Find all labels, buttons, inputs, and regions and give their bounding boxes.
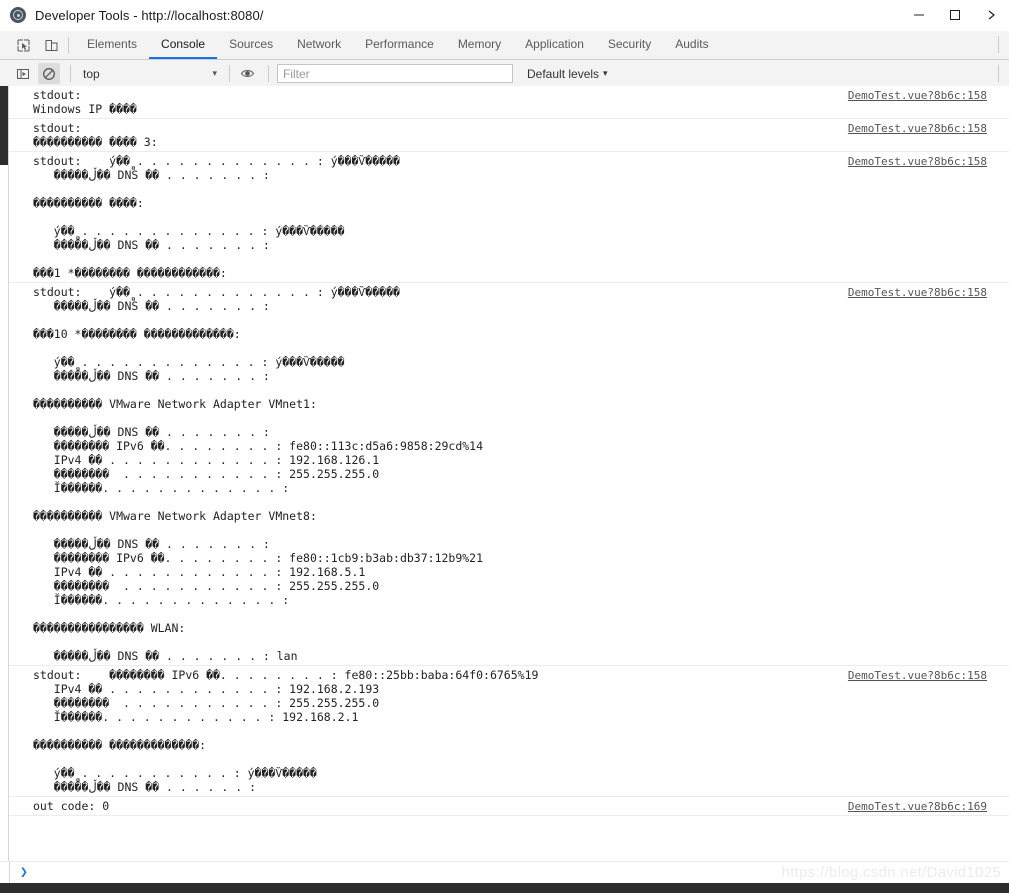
tab-security[interactable]: Security	[596, 31, 663, 59]
tab-label: Security	[608, 37, 651, 51]
console-prompt-caret-icon: ❯	[10, 865, 28, 880]
tab-label: Console	[161, 37, 205, 51]
console-sidebar-toggle-icon[interactable]	[12, 63, 34, 84]
console-toolbar-divider-1	[70, 65, 71, 82]
tab-elements[interactable]: Elements	[75, 31, 149, 59]
tab-performance[interactable]: Performance	[353, 31, 446, 59]
console-message[interactable]: stdout: Windows IP ���� DemoTest.vue?8b6…	[9, 86, 1009, 119]
panel-tabs: Elements Console Sources Network Perform…	[75, 31, 721, 59]
log-levels-label: Default levels	[527, 67, 599, 81]
tab-network[interactable]: Network	[285, 31, 353, 59]
tab-label: Performance	[365, 37, 434, 51]
console-message[interactable]: stdout: �������� IPv6 ��. . . . . . . . …	[9, 666, 1009, 797]
console-message[interactable]: stdout: ý��̻ . . . . . . . . . . . . . :…	[9, 283, 1009, 666]
console-message-text: stdout: ý��̻ . . . . . . . . . . . . . :…	[9, 285, 1009, 663]
window-bottom-bar	[0, 883, 1009, 893]
tab-console[interactable]: Console	[149, 31, 217, 59]
devtools-tabstrip: Elements Console Sources Network Perform…	[0, 31, 1009, 60]
chevron-down-icon: ▾	[212, 68, 217, 79]
tab-label: Elements	[87, 37, 137, 51]
tab-label: Network	[297, 37, 341, 51]
inspect-element-icon[interactable]	[12, 34, 34, 56]
tabstrip-end-divider	[998, 36, 999, 53]
console-prompt-row[interactable]: ❯	[0, 861, 1009, 883]
filter-input[interactable]: Filter	[277, 64, 513, 83]
tab-label: Application	[525, 37, 584, 51]
execution-context-value: top	[83, 67, 100, 81]
console-message-list[interactable]: stdout: Windows IP ���� DemoTest.vue?8b6…	[0, 86, 1009, 862]
console-message-source-link[interactable]: DemoTest.vue?8b6c:158	[848, 669, 987, 682]
console-prompt-gutter	[0, 862, 10, 883]
device-toolbar-icon[interactable]	[40, 34, 62, 56]
chevron-down-icon: ▾	[603, 68, 608, 79]
console-message[interactable]: stdout: ý��̻ . . . . . . . . . . . . . :…	[9, 152, 1009, 283]
window-titlebar: Developer Tools - http://localhost:8080/	[0, 0, 1009, 31]
console-message-source-link[interactable]: DemoTest.vue?8b6c:158	[848, 155, 987, 168]
console-toolbar-divider-3	[268, 65, 269, 82]
console-toolbar-divider-2	[229, 65, 230, 82]
execution-context-select[interactable]: top ▾	[83, 64, 223, 83]
console-message-source-link[interactable]: DemoTest.vue?8b6c:158	[848, 89, 987, 102]
console-message[interactable]: out code: 0 DemoTest.vue?8b6c:169	[9, 797, 1009, 816]
console-scrollbar-thumb[interactable]	[0, 86, 8, 165]
more-chevron-icon[interactable]	[973, 0, 1009, 30]
console-scrollbar[interactable]	[0, 86, 8, 862]
window-title: Developer Tools - http://localhost:8080/	[35, 8, 264, 23]
window-controls	[901, 0, 1009, 30]
devtools-logo-icon	[10, 7, 26, 23]
minimize-icon[interactable]	[901, 0, 937, 30]
tabstrip-divider	[68, 37, 69, 54]
console-messages: stdout: Windows IP ���� DemoTest.vue?8b6…	[8, 86, 1009, 862]
console-toolbar-end-divider	[998, 65, 999, 82]
console-message-source-link[interactable]: DemoTest.vue?8b6c:158	[848, 122, 987, 135]
tab-label: Memory	[458, 37, 501, 51]
console-message-source-link[interactable]: DemoTest.vue?8b6c:158	[848, 286, 987, 299]
tab-audits[interactable]: Audits	[663, 31, 720, 59]
console-toolbar: top ▾ Filter Default levels ▾	[0, 60, 1009, 88]
console-message[interactable]: stdout: ���������� ���� 3: DemoTest.vue?…	[9, 119, 1009, 152]
tab-sources[interactable]: Sources	[217, 31, 285, 59]
console-message-source-link[interactable]: DemoTest.vue?8b6c:169	[848, 800, 987, 813]
live-expression-eye-icon[interactable]	[236, 63, 258, 84]
tabstrip-tool-icons	[0, 31, 62, 59]
console-message-text: stdout: �������� IPv6 ��. . . . . . . . …	[9, 668, 1009, 794]
log-levels-dropdown[interactable]: Default levels ▾	[527, 67, 608, 81]
tab-application[interactable]: Application	[513, 31, 596, 59]
clear-console-icon[interactable]	[38, 63, 60, 84]
maximize-icon[interactable]	[937, 0, 973, 30]
tab-label: Audits	[675, 37, 708, 51]
tab-label: Sources	[229, 37, 273, 51]
console-message-text: stdout: ý��̻ . . . . . . . . . . . . . :…	[9, 154, 1009, 280]
tab-memory[interactable]: Memory	[446, 31, 513, 59]
